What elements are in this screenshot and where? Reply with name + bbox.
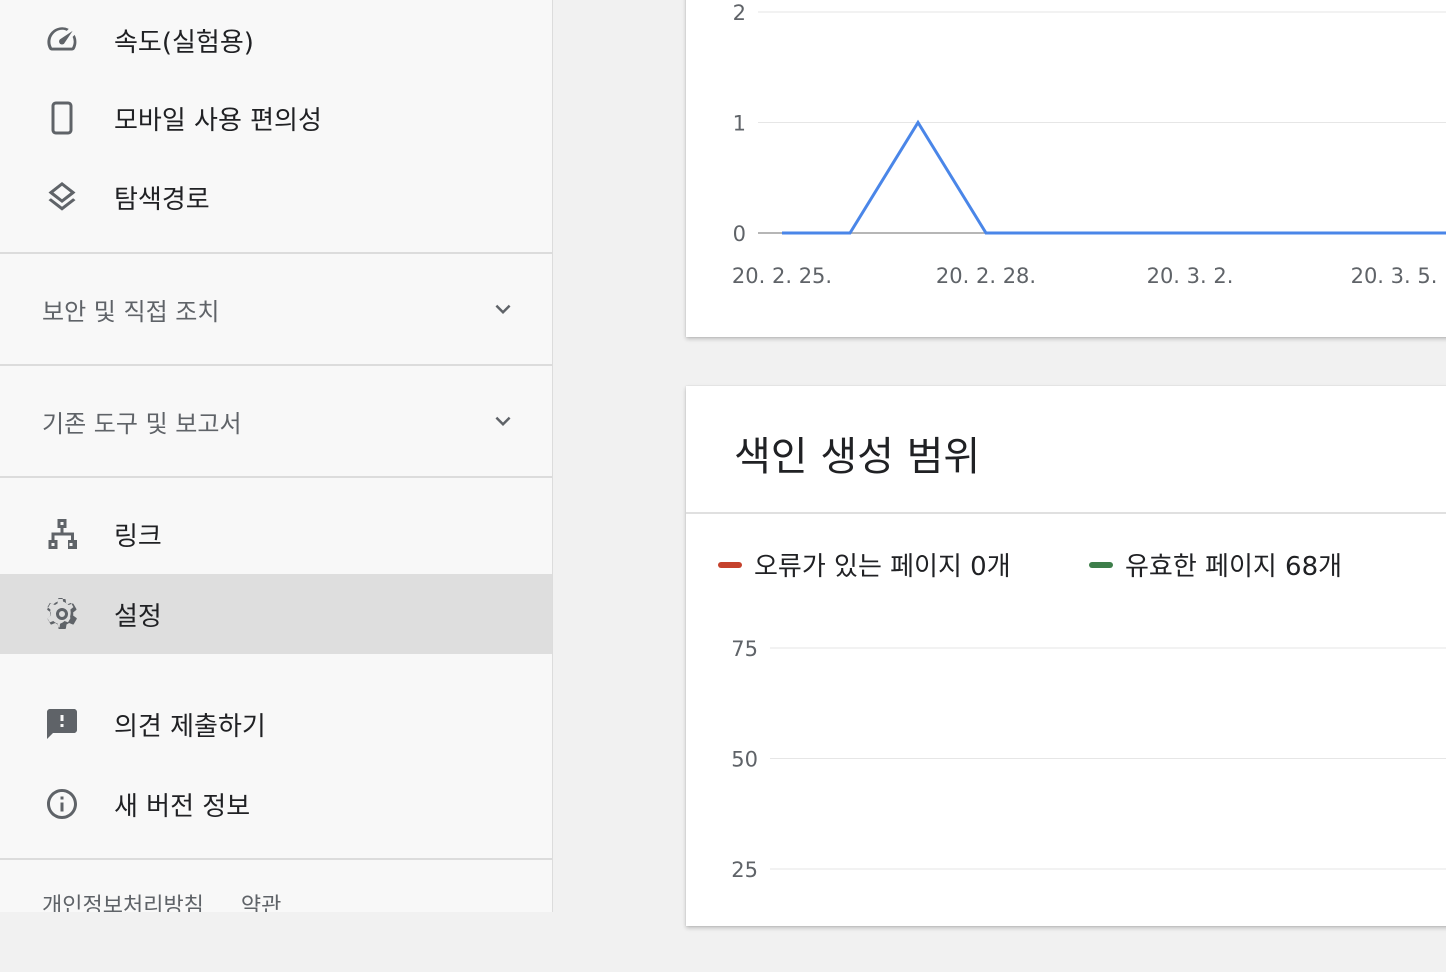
y-tick-label: 0 — [733, 222, 746, 246]
footer-links: 개인정보처리방침 약관 — [42, 888, 311, 912]
feedback-icon — [42, 704, 82, 744]
section-label: 기존 도구 및 보고서 — [42, 404, 242, 439]
x-tick-label: 20. 2. 25. — [732, 264, 832, 288]
sidebar-item-settings[interactable]: 설정 — [0, 574, 552, 654]
y-tick-label: 75 — [731, 637, 758, 661]
sidebar-item-links[interactable]: 링크 — [0, 494, 552, 574]
smartphone-icon — [42, 98, 82, 138]
section-label: 보안 및 직접 조치 — [42, 292, 219, 327]
sidebar-item-label: 모바일 사용 편의성 — [114, 100, 322, 137]
chart-card: 0 1 2 20. 2. 25. 20. 2. 28. 20. 3. 2. 20. 3. 5… — [686, 0, 1446, 337]
section-security[interactable]: 보안 및 직접 조치 — [0, 254, 552, 364]
chevron-down-icon — [488, 406, 518, 436]
privacy-link[interactable]: 개인정보처리방침 — [42, 894, 204, 912]
sidebar-item-label: 링크 — [114, 516, 162, 553]
terms-link[interactable]: 약관 — [241, 894, 281, 912]
x-tick-label: 20. 2. 28. — [936, 264, 1036, 288]
y-tick-label: 50 — [731, 748, 758, 772]
gear-icon — [42, 594, 82, 634]
sidebar-item-label: 새 버전 정보 — [114, 786, 250, 823]
sidebar-item-label: 탐색경로 — [114, 179, 210, 216]
divider — [0, 476, 552, 478]
legend-label: 유효한 페이지 68개 — [1125, 546, 1342, 583]
sidebar-item-label: 설정 — [114, 596, 162, 633]
y-tick-label: 25 — [731, 858, 758, 882]
main-content: 0 1 2 20. 2. 25. 20. 2. 28. 20. 3. 2. 20. 3. 5… — [553, 0, 1446, 912]
legend-label: 오류가 있는 페이지 0개 — [754, 546, 1011, 583]
sidebar-item-speed[interactable]: 속도(실험용) — [0, 0, 552, 80]
x-tick-label: 20. 3. 2. — [1147, 264, 1234, 288]
legend-swatch-valid — [1089, 562, 1113, 568]
sidebar-item-breadcrumbs[interactable]: 탐색경로 — [0, 157, 552, 237]
sidebar-item-label: 속도(실험용) — [114, 22, 254, 59]
divider — [0, 858, 552, 860]
layers-icon — [42, 177, 82, 217]
sidebar-item-label: 의견 제출하기 — [114, 706, 266, 743]
sidebar: 속도(실험용) 모바일 사용 편의성 탐색경로 보안 및 직접 조치 기존 도구… — [0, 0, 553, 912]
sidebar-item-whats-new[interactable]: 새 버전 정보 — [0, 764, 552, 844]
chevron-down-icon — [488, 294, 518, 324]
line-chart: 0 1 2 20. 2. 25. 20. 2. 28. 20. 3. 2. 20. 3. 5… — [686, 0, 1446, 337]
divider — [686, 512, 1446, 514]
card-title: 색인 생성 범위 — [734, 424, 980, 482]
coverage-chart: 75 50 25 — [686, 612, 1446, 972]
section-legacy-tools[interactable]: 기존 도구 및 보고서 — [0, 366, 552, 476]
coverage-card: 색인 생성 범위 오류가 있는 페이지 0개 유효한 페이지 68개 75 50 2… — [686, 386, 1446, 926]
series-line — [782, 123, 1446, 234]
x-tick-label: 20. 3. 5. — [1351, 264, 1438, 288]
sitemap-icon — [42, 514, 82, 554]
info-icon — [42, 784, 82, 824]
sidebar-item-feedback[interactable]: 의견 제출하기 — [0, 684, 552, 764]
legend-item-error[interactable]: 오류가 있는 페이지 0개 — [718, 546, 1011, 583]
legend-swatch-error — [718, 562, 742, 568]
y-tick-label: 2 — [733, 1, 746, 25]
legend-item-valid[interactable]: 유효한 페이지 68개 — [1089, 546, 1342, 583]
y-tick-label: 1 — [733, 112, 746, 136]
speedometer-icon — [42, 20, 82, 60]
sidebar-item-mobile-usability[interactable]: 모바일 사용 편의성 — [0, 78, 552, 158]
